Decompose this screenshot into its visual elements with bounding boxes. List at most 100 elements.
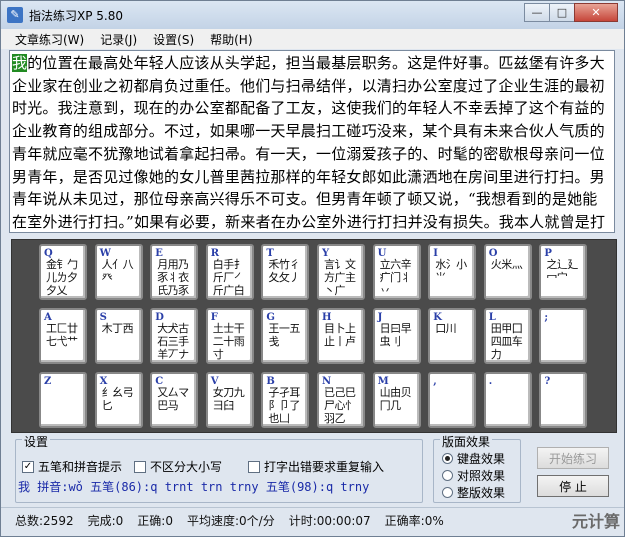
window-title: 指法练习XP 5.80 <box>29 8 123 23</box>
status-speed: 平均速度:0个/分 <box>186 514 275 528</box>
key-z[interactable]: Z <box>39 372 87 428</box>
key-roots: 金钅勹儿ㄌ夕夕乂 <box>46 258 78 297</box>
key-roots: 又厶マ巴马 <box>157 386 189 412</box>
key-roots: 王一五戋 <box>268 322 300 348</box>
key-punct-9[interactable]: ; <box>539 308 588 364</box>
status-accuracy: 正确率:0% <box>384 514 444 528</box>
practice-text-pane[interactable]: 我的位置在最高处年轻人应该从头学起，担当最基层职务。这是件好事。匹兹堡有许多大企… <box>9 50 615 233</box>
key-roots: 女刀九彐臼 <box>212 386 245 412</box>
radio-full-page-view[interactable]: 整版效果 <box>442 484 505 501</box>
key-punct-8[interactable]: . <box>483 372 532 428</box>
key-j[interactable]: J 日曰早虫刂 <box>372 308 421 364</box>
remaining-text: 的位置在最高处年轻人应该从头学起，担当最基层职务。这是件好事。匹兹堡有许多大企业… <box>12 54 606 231</box>
key-n[interactable]: N 已己巳尸心忄羽乙 <box>317 372 365 428</box>
window-controls: — □ ✕ <box>524 3 618 22</box>
key-q[interactable]: Q 金钅勹儿ㄌ夕夕乂 <box>39 244 87 300</box>
key-v[interactable]: V 女刀九彐臼 <box>205 372 254 428</box>
status-correct: 正确:0 <box>137 514 173 528</box>
key-roots: 工匚廿七弋艹 <box>46 322 78 348</box>
app-window: ✎ 指法练习XP 5.80 — □ ✕ 文章练习(W) 记录(J) 设置(S) … <box>0 0 625 537</box>
app-icon: ✎ <box>7 7 23 23</box>
key-l[interactable]: L 田甲囗四皿车力 <box>483 308 532 364</box>
key-letter: ? <box>544 376 551 387</box>
close-button[interactable]: ✕ <box>574 3 618 22</box>
key-roots: 人亻八癶 <box>101 258 134 284</box>
key-roots: 言讠文方广主丶广 <box>324 258 356 297</box>
key-k[interactable]: K 口川 <box>428 308 477 364</box>
key-letter: . <box>488 376 493 387</box>
menu-help[interactable]: 帮助(H) <box>202 31 260 48</box>
key-m[interactable]: M 山由贝冂几 <box>372 372 421 428</box>
case-insensitive-checkbox[interactable]: 不区分大小写 <box>134 458 222 475</box>
view-mode-title: 版面效果 <box>440 433 493 450</box>
start-practice-button[interactable]: 开始练习 <box>537 447 609 469</box>
status-total: 总数:2592 <box>15 514 74 528</box>
current-character: 我 <box>12 54 28 72</box>
key-punct-9[interactable]: ? <box>539 372 588 428</box>
settings-title: 设置 <box>22 433 51 450</box>
case-insensitive-label: 不区分大小写 <box>150 460 223 474</box>
key-roots: 之辶廴冖宀 <box>546 258 578 284</box>
key-roots: 火米灬 <box>490 258 523 271</box>
key-w[interactable]: W 人亻八癶 <box>94 244 143 300</box>
key-x[interactable]: X 纟幺弓匕 <box>94 372 143 428</box>
key-roots: 目卜上止丨卢 <box>324 322 356 348</box>
menu-settings[interactable]: 设置(S) <box>145 31 202 48</box>
key-y[interactable]: Y 言讠文方广主丶广 <box>317 244 365 300</box>
key-roots: 土士干二十雨寸 <box>212 322 245 361</box>
menu-article-practice[interactable]: 文章练习(W) <box>7 31 92 48</box>
radio-compare-view[interactable]: 对照效果 <box>442 467 505 484</box>
key-roots: 已己巳尸心忄羽乙 <box>324 386 356 425</box>
key-a[interactable]: A 工匚廿七弋艹 <box>39 308 87 364</box>
minimize-button[interactable]: — <box>524 3 550 22</box>
status-done: 完成:0 <box>87 514 124 528</box>
key-s[interactable]: S 木丁西 <box>94 308 143 364</box>
practice-text: 我的位置在最高处年轻人应该从头学起，担当最基层职务。这是件好事。匹兹堡有许多大企… <box>12 52 612 232</box>
key-roots: 口川 <box>435 322 457 335</box>
wubi-pinyin-label: 五笔和拼音提示 <box>38 460 123 474</box>
key-t[interactable]: T 禾竹彳夂攵丿 <box>261 244 310 300</box>
key-roots: 大犬古石三手羊丆ナ <box>157 322 189 361</box>
title-bar[interactable]: ✎ 指法练习XP 5.80 — □ ✕ <box>1 1 624 29</box>
key-g[interactable]: G 王一五戋 <box>261 308 310 364</box>
key-letter: ; <box>544 312 549 323</box>
key-roots: 日曰早虫刂 <box>379 322 412 348</box>
menu-records[interactable]: 记录(J) <box>92 31 145 48</box>
stop-button[interactable]: 停 止 <box>537 475 609 497</box>
check-icon: ✓ <box>22 460 34 473</box>
key-d[interactable]: D 大犬古石三手羊丆ナ <box>150 308 199 364</box>
watermark-logo: 元计算 <box>571 512 620 531</box>
input-hint-line: 我 拼音:wǒ 五笔(86):q trnt trn trny 五笔(98):q … <box>18 480 370 494</box>
key-punct-7[interactable]: , <box>428 372 477 428</box>
key-i[interactable]: I 水氵小⺌ <box>428 244 477 300</box>
key-u[interactable]: U 立六辛疒门丬丷 <box>372 244 421 300</box>
key-p[interactable]: P 之辶廴冖宀 <box>539 244 588 300</box>
key-c[interactable]: C 又厶マ巴马 <box>150 372 199 428</box>
key-e[interactable]: E月用乃豕丬衣氏乃豕区 <box>150 244 199 300</box>
key-r[interactable]: R 白手扌斤厂㇒斤广白 <box>205 244 254 300</box>
wubi-pinyin-checkbox[interactable]: ✓ 五笔和拼音提示 <box>22 458 122 475</box>
maximize-button[interactable]: □ <box>549 3 575 22</box>
key-o[interactable]: O 火米灬 <box>483 244 532 300</box>
key-roots: 月用乃豕丬衣氏乃豕区 <box>157 258 189 298</box>
key-roots: 禾竹彳夂攵丿 <box>268 258 300 284</box>
key-roots: 白手扌斤厂㇒斤广白 <box>212 258 245 297</box>
key-letter: , <box>433 376 437 387</box>
key-roots: 水氵小⺌ <box>435 258 467 284</box>
status-bar: 总数:2592 完成:0 正确:0 平均速度:0个/分 计时:00:00:07 … <box>1 507 624 533</box>
key-letter: Z <box>44 376 52 387</box>
retype-on-error-checkbox[interactable]: 打字出错要求重复输入 <box>248 458 384 475</box>
key-roots: 木丁西 <box>101 322 134 335</box>
key-roots: 子孑耳阝卩了也凵 <box>268 386 300 425</box>
key-b[interactable]: B 子孑耳阝卩了也凵 <box>261 372 310 428</box>
view-mode-group: 版面效果 键盘效果 对照效果 整版效果 <box>433 433 521 503</box>
key-roots: 田甲囗四皿车力 <box>490 322 523 361</box>
radio-keyboard-view[interactable]: 键盘效果 <box>442 450 505 467</box>
menu-bar: 文章练习(W) 记录(J) 设置(S) 帮助(H) <box>1 29 624 49</box>
key-roots: 山由贝冂几 <box>379 386 412 412</box>
virtual-keyboard: Q金钅勹儿ㄌ夕夕乂W人亻八癶E月用乃豕丬衣氏乃豕区R白手扌斤厂㇒斤广白T禾竹彳夂… <box>11 239 617 433</box>
status-timer: 计时:00:00:07 <box>288 514 371 528</box>
key-roots: 立六辛疒门丬丷 <box>379 258 412 297</box>
key-h[interactable]: H 目卜上止丨卢 <box>317 308 365 364</box>
key-f[interactable]: F 土士干二十雨寸 <box>205 308 254 364</box>
